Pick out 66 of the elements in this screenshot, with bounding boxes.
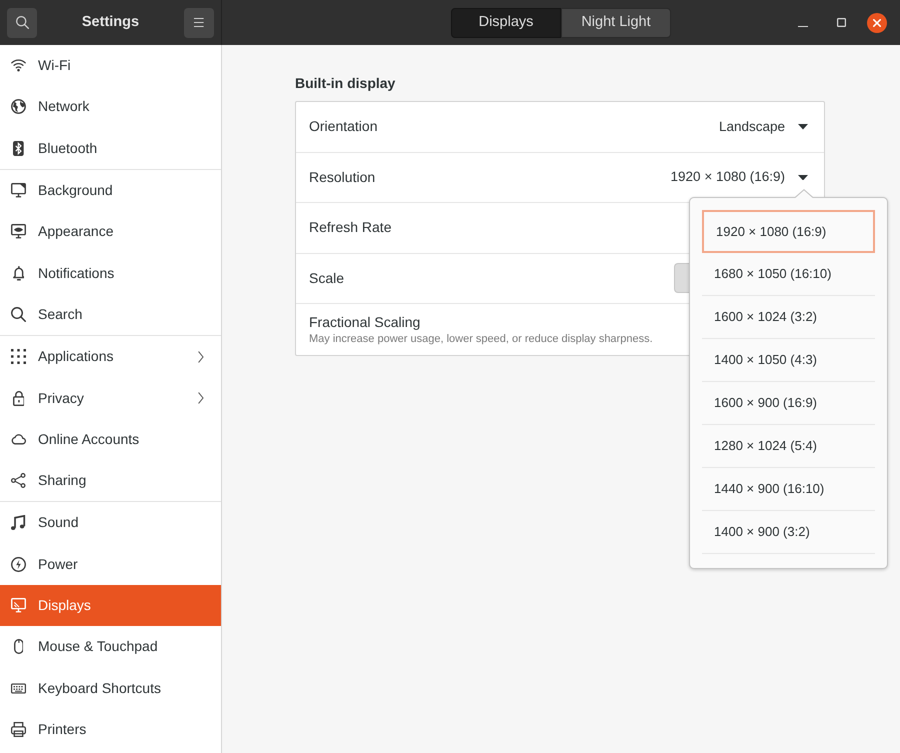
row-label: Fractional Scaling (309, 313, 422, 332)
sidebar-item[interactable]: Online Accounts (0, 418, 221, 460)
sidebar-item[interactable]: Network (0, 86, 221, 128)
bolt-circle-icon (11, 556, 26, 572)
grid-icon (11, 349, 26, 364)
sidebar-item[interactable]: Search (0, 294, 221, 336)
sidebar-item[interactable]: Notifications (0, 252, 221, 294)
row-label: Resolution (309, 168, 376, 187)
sidebar-item[interactable]: Displays (0, 584, 221, 626)
tab[interactable]: Night Light (561, 8, 671, 38)
menu-option[interactable]: 1600 × 900 (16:9) (702, 382, 875, 425)
sidebar-item[interactable]: Wi-Fi (0, 45, 221, 86)
sidebar-item[interactable]: Power (0, 544, 221, 585)
printer-icon (11, 722, 26, 737)
search-icon (11, 306, 26, 322)
bluetooth-icon (13, 140, 24, 156)
caret-down-icon (798, 174, 808, 180)
menu-option[interactable]: 1400 × 1050 (4:3) (702, 339, 875, 382)
music-note-icon (11, 515, 26, 530)
cloud-icon (11, 432, 26, 447)
bell-icon (12, 266, 24, 281)
section-title: Built-in display (295, 75, 396, 92)
mouse-icon (14, 639, 24, 654)
monitor-icon (11, 598, 26, 613)
share-icon (11, 473, 26, 488)
keyboard-icon (11, 680, 26, 696)
tab[interactable]: Displays (451, 8, 561, 38)
row-label: Scale (309, 268, 344, 288)
wifi-icon (11, 58, 26, 74)
row-label: Refresh Rate (309, 218, 392, 238)
caret-down-icon (798, 124, 808, 130)
sidebar-item[interactable]: Appearance (0, 211, 221, 252)
close-button[interactable] (867, 12, 887, 32)
row-description: May increase power usage, lower speed, or reduce display sharpness. (309, 333, 653, 346)
window-title: Settings (82, 12, 140, 32)
sidebar-item[interactable]: Privacy (0, 377, 221, 419)
sidebar-item[interactable]: Keyboard Shortcuts (0, 667, 221, 709)
dropdown-button[interactable]: Landscape (718, 116, 808, 137)
sidebar-item[interactable]: Background (0, 170, 221, 212)
row-label: Orientation (309, 117, 378, 136)
menu-icon (194, 18, 204, 27)
globe-icon (11, 99, 26, 114)
sidebar-item[interactable]: Sound (0, 502, 221, 544)
search-button[interactable] (7, 8, 37, 38)
menu-option[interactable]: 1280 × 1024 (5:4) (702, 425, 875, 468)
minimize-icon (798, 26, 808, 28)
sidebar-item[interactable]: Printers (0, 708, 221, 750)
sidebar-item[interactable]: Bluetooth (0, 128, 221, 169)
menu-button[interactable] (184, 8, 214, 38)
menu-option[interactable]: 1680 × 1050 (16:10) (702, 253, 875, 296)
sidebar-item[interactable]: Applications (0, 336, 221, 378)
menu-option[interactable]: 1440 × 900 (16:10) (702, 468, 875, 511)
search-icon (16, 16, 28, 29)
menu-option[interactable]: 1600 × 1024 (3:2) (702, 296, 875, 339)
minimize-button[interactable] (798, 26, 808, 28)
sidebar-item[interactable]: Mouse & Touchpad (0, 626, 221, 668)
close-icon (867, 12, 887, 32)
dropdown-button[interactable]: 1920 × 1080 (16:9) (670, 167, 808, 188)
maximize-icon (837, 18, 846, 27)
maximize-button[interactable] (837, 18, 846, 27)
monitor-eye-icon (11, 224, 26, 240)
monitor-image-icon (11, 183, 26, 198)
lock-icon (12, 390, 24, 406)
sidebar-item[interactable]: Sharing (0, 460, 221, 502)
menu-option[interactable]: 1400 × 900 (3:2) (702, 511, 875, 554)
menu-option[interactable]: 1920 × 1080 (16:9) (702, 210, 875, 253)
